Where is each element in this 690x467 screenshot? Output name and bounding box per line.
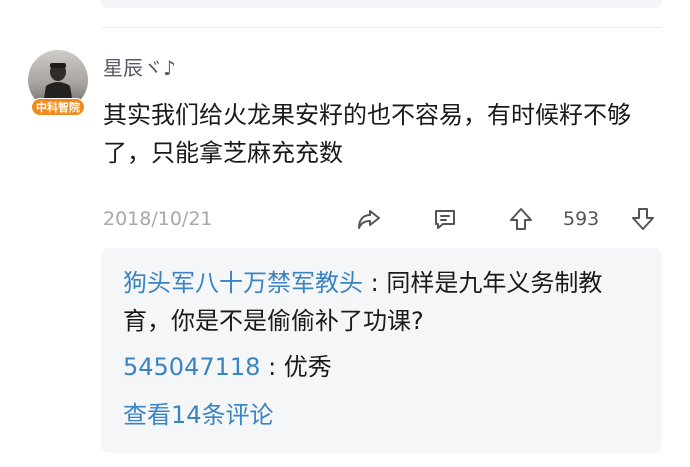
reply-separator: : bbox=[363, 269, 387, 297]
reply-author[interactable]: 545047118 bbox=[123, 353, 260, 381]
reply-item[interactable]: 545047118 : 优秀 bbox=[123, 348, 648, 386]
divider bbox=[101, 27, 662, 28]
previous-card bbox=[101, 0, 662, 8]
share-button[interactable] bbox=[353, 203, 385, 235]
share-icon bbox=[358, 210, 380, 229]
avatar[interactable]: 中科智院 bbox=[28, 50, 88, 120]
upvote-icon bbox=[510, 208, 532, 230]
replies-box: 狗头军八十万禁军教头 : 同样是九年义务制教育，你是不是偷偷补了功课? 5450… bbox=[101, 248, 662, 453]
reply-author[interactable]: 狗头军八十万禁军教头 bbox=[123, 269, 363, 297]
downvote-icon bbox=[632, 208, 654, 230]
comment-username[interactable]: 星辰ヾ♪ bbox=[103, 55, 176, 81]
reply-item[interactable]: 狗头军八十万禁军教头 : 同样是九年义务制教育，你是不是偷偷补了功课? bbox=[123, 264, 648, 340]
reply-button[interactable] bbox=[429, 203, 461, 235]
downvote-button[interactable] bbox=[627, 203, 659, 235]
reply-separator: : bbox=[260, 353, 284, 381]
reply-icon bbox=[435, 210, 455, 229]
view-more-comments-link[interactable]: 查看14条评论 bbox=[123, 396, 274, 434]
upvote-button[interactable] bbox=[505, 203, 537, 235]
reply-text: 优秀 bbox=[283, 353, 332, 381]
comment-text: 其实我们给火龙果安籽的也不容易，有时候籽不够了，只能拿芝麻充充数 bbox=[103, 101, 631, 167]
vote-count: 593 bbox=[563, 208, 600, 230]
user-badge: 中科智院 bbox=[31, 98, 85, 116]
comment-date: 2018/10/21 bbox=[103, 208, 213, 230]
